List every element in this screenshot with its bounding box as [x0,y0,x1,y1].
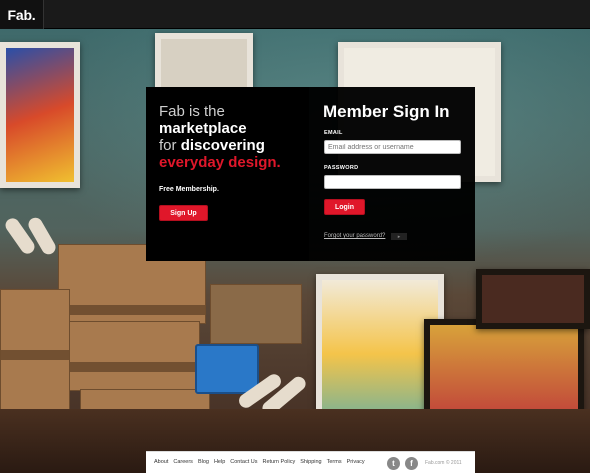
signup-button[interactable]: Sign Up [159,205,208,221]
tagline: Fab is the marketplace for discovering e… [159,103,281,171]
footer-link-blog[interactable]: Blog [198,459,209,465]
footer-link-shipping[interactable]: Shipping [300,459,321,465]
footer-link-terms[interactable]: Terms [327,459,342,465]
footer-link-privacy[interactable]: Privacy [347,459,365,465]
member-signin-section: Member Sign In EMAIL PASSWORD Login Forg… [309,87,475,261]
footer-links: About Careers Blog Help Contact Us Retur… [154,459,365,465]
footer: About Careers Blog Help Contact Us Retur… [146,451,475,473]
footer-link-about[interactable]: About [154,459,168,465]
poster-frame-center [155,33,253,93]
signin-panel: Fab is the marketplace for discovering e… [146,87,475,261]
footer-link-contact[interactable]: Contact Us [230,459,257,465]
footer-link-help[interactable]: Help [214,459,225,465]
login-button[interactable]: Login [324,199,365,215]
password-label: PASSWORD [324,165,359,171]
copyright-text: Fab.com © 2011 [425,460,462,466]
password-field[interactable] [324,175,461,189]
forgot-arrow-icon: ▸ [391,233,407,240]
email-field[interactable] [324,140,461,154]
hero-section: Fab is the marketplace for discovering e… [146,87,309,261]
poster-frame-left [0,42,80,188]
top-bar: Fab. [0,0,590,29]
cardboard-box-3 [0,289,70,419]
free-membership-text: Free Membership. [159,186,219,193]
fab-logo[interactable]: Fab. [0,0,44,29]
cardboard-box-2 [68,321,200,391]
forgot-password-link[interactable]: Forgot your password? [324,233,385,239]
facebook-icon[interactable]: f [405,457,418,470]
blue-bin [195,344,259,394]
signin-title: Member Sign In [323,102,450,121]
cardboard-box-5 [210,284,302,344]
twitter-icon[interactable]: t [387,457,400,470]
email-label: EMAIL [324,130,343,136]
poster-frame-far-right [476,269,590,329]
footer-link-return-policy[interactable]: Return Policy [262,459,295,465]
footer-link-careers[interactable]: Careers [173,459,193,465]
